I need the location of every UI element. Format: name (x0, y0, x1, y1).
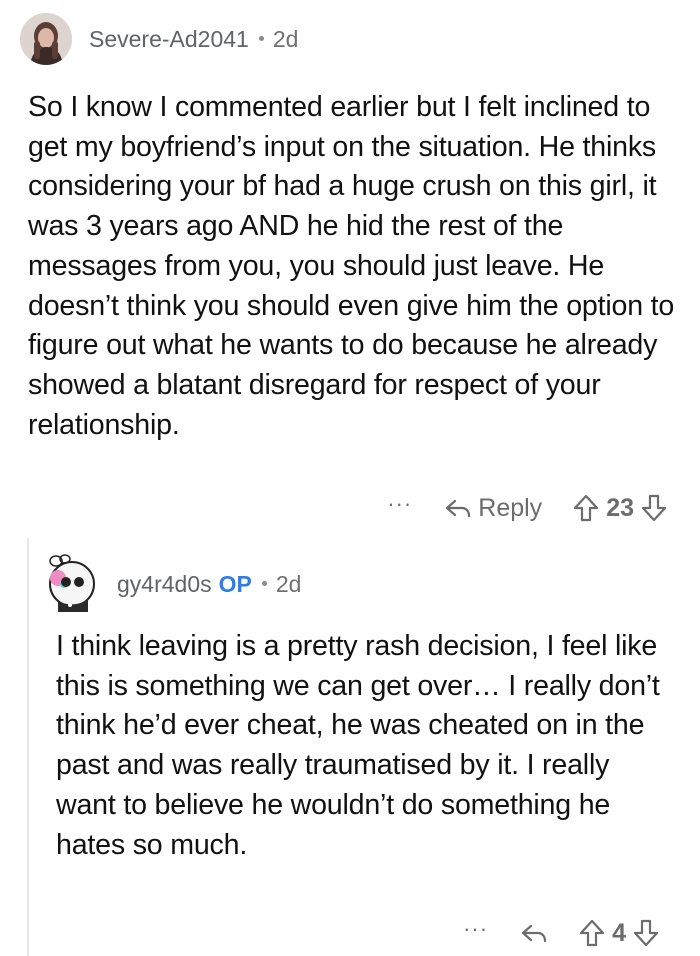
separator-dot (261, 581, 267, 586)
more-options-button[interactable]: ··· (463, 916, 488, 942)
username[interactable]: gy4r4d0s (117, 571, 212, 598)
user-avatar[interactable] (46, 554, 100, 614)
comment-header: gy4r4d0s OP 2d (46, 554, 301, 614)
vote-count: 4 (612, 918, 626, 947)
timestamp: 2d (275, 571, 302, 597)
comment-meta: gy4r4d0s OP 2d (117, 571, 301, 598)
comment-body: I think leaving is a pretty rash decisio… (56, 630, 660, 861)
downvote-arrow-icon[interactable] (632, 918, 660, 948)
avatar-image (49, 554, 95, 612)
comment-actions: ··· 4 (463, 915, 660, 951)
reply-arrow-icon (520, 921, 548, 945)
reply-button[interactable] (520, 921, 548, 945)
reply-comment-card: gy4r4d0s OP 2d I think leaving is a pret… (0, 0, 700, 956)
upvote-arrow-icon[interactable] (578, 918, 606, 948)
op-badge: OP (218, 571, 252, 597)
vote-controls: 4 (578, 918, 660, 948)
